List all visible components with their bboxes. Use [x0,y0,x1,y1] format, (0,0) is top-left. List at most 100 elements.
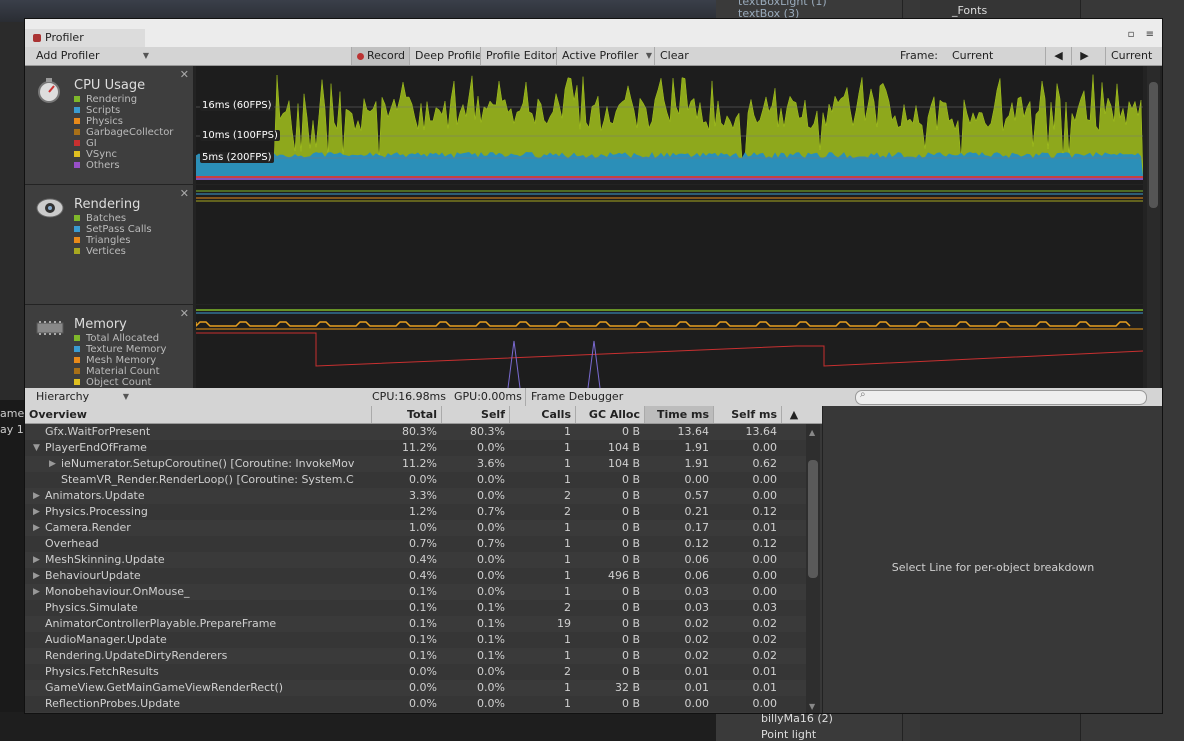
table-scrollbar[interactable]: ▲ ▼ [806,424,820,713]
legend-swatch [74,368,80,374]
table-row[interactable]: Overhead 0.7% 0.7% 1 0 B 0.12 0.12 [25,536,806,552]
column-total[interactable]: Total [371,406,441,423]
cpu-module-sidebar[interactable]: ✕ CPU Usage Rendering Scripts Physics Ga… [25,66,194,184]
hierarchy-toolbar: Hierarchy ▼ CPU:16.98ms GPU:0.00ms Frame … [25,388,1162,407]
table-row[interactable]: Physics.Simulate 0.1% 0.1% 2 0 B 0.03 0.03 [25,600,806,616]
prev-frame-button[interactable]: ◀ [1045,47,1071,65]
scroll-up-icon[interactable]: ▲ [809,428,815,437]
window-menu-icon[interactable]: ▫ ≡ [1128,29,1158,40]
table-row[interactable]: ▶ BehaviourUpdate 0.4% 0.0% 1 496 B 0.06 0.00 [25,568,806,584]
expand-right-icon[interactable]: ▶ [49,456,56,472]
legend-item[interactable]: GI [74,138,173,149]
row-name: Rendering.UpdateDirtyRenderers [45,649,228,662]
search-input[interactable]: ⌕ [855,389,1147,405]
table-row[interactable]: ▶ Monobehaviour.OnMouse_ 0.1% 0.0% 1 0 B 0.03 0… [25,584,806,600]
expand-right-icon[interactable]: ▶ [33,504,40,520]
legend-item[interactable]: VSync [74,149,173,160]
column-self[interactable]: Self [441,406,509,423]
table-row[interactable]: Gfx.WaitForPresent 80.3% 80.3% 1 0 B 13.64 13.… [25,424,806,440]
legend-swatch [74,335,80,341]
close-icon[interactable]: ✕ [180,187,189,200]
column-time-ms[interactable]: Time ms [644,406,713,423]
row-selfms: 0.00 [752,585,778,598]
memory-module-sidebar[interactable]: ✕ Memory Total Allocated Texture Memory … [25,305,194,388]
legend-item[interactable]: Triangles [74,235,152,246]
table-row[interactable]: Physics.FetchResults 0.0% 0.0% 2 0 B 0.01 0.01 [25,664,806,680]
legend-item[interactable]: Vertices [74,246,152,257]
table-row[interactable]: ▼ PlayerEndOfFrame 11.2% 0.0% 1 104 B 1.91 0.00 [25,440,806,456]
expand-right-icon[interactable]: ▶ [33,552,40,568]
table-row[interactable]: ▶ Animators.Update 3.3% 0.0% 2 0 B 0.57 0.00 [25,488,806,504]
table-row[interactable]: ▶ MeshSkinning.Update 0.4% 0.0% 1 0 B 0.06 0.00 [25,552,806,568]
expand-right-icon[interactable]: ▶ [33,568,40,584]
profiler-tab-icon [33,34,41,42]
legend-item[interactable]: Texture Memory [74,344,166,355]
legend-item[interactable]: Total Allocated [74,333,166,344]
charts-scrollbar-thumb[interactable] [1149,82,1158,208]
legend-item[interactable]: Rendering [74,94,173,105]
table-row[interactable]: SteamVR_Render.RenderLoop() [Coroutine: … [25,472,806,488]
legend-item[interactable]: SetPass Calls [74,224,152,235]
expand-right-icon[interactable]: ▶ [33,488,40,504]
legend-item[interactable]: Others [74,160,173,171]
row-time: 1.91 [684,457,710,470]
frame-debugger-button[interactable]: Frame Debugger [525,388,628,406]
table-row[interactable]: ▶ Camera.Render 1.0% 0.0% 1 0 B 0.17 0.01 [25,520,806,536]
expand-right-icon[interactable]: ▶ [33,520,40,536]
row-total: 1.2% [409,505,437,518]
profile-editor-button[interactable]: Profile Editor [480,47,561,65]
rendering-module-sidebar[interactable]: ✕ Rendering Batches SetPass Calls Triang… [25,185,194,304]
legend-item[interactable]: Physics [74,116,173,127]
memory-graph[interactable] [195,305,1144,389]
sort-ascending-icon[interactable]: ▲ [781,406,806,423]
memory-chip-icon [36,321,64,335]
current-frame-button[interactable]: Current [1105,47,1157,65]
row-calls: 2 [564,489,571,502]
table-scrollbar-thumb[interactable] [808,460,818,578]
bg-project-folder[interactable]: _Fonts [952,4,987,17]
next-frame-button[interactable]: ▶ [1071,47,1097,65]
expand-down-icon[interactable]: ▼ [33,440,40,456]
table-row[interactable]: GameView.GetMainGameViewRenderRect() 0.0%… [25,680,806,696]
table-row[interactable]: AudioManager.Update 0.1% 0.1% 1 0 B 0.02 0.02 [25,632,806,648]
add-profiler-dropdown[interactable]: Add Profiler ▼ [31,47,151,65]
scroll-down-icon[interactable]: ▼ [809,702,815,711]
table-row[interactable]: AnimatorControllerPlayable.PrepareFrame 0… [25,616,806,632]
row-name: BehaviourUpdate [45,569,141,582]
row-total: 0.1% [409,601,437,614]
record-button[interactable]: Record [351,47,411,65]
legend-item[interactable]: GarbageCollector [74,127,173,138]
legend-item[interactable]: Object Count [74,377,166,388]
chevron-down-icon: ▼ [645,51,652,60]
profiler-tab[interactable]: Profiler [25,29,145,47]
legend-item[interactable]: Batches [74,213,152,224]
row-total: 0.4% [409,569,437,582]
close-icon[interactable]: ✕ [180,68,189,81]
expand-right-icon[interactable]: ▶ [33,584,40,600]
cpu-legend: Rendering Scripts Physics GarbageCollect… [74,94,173,171]
active-profiler-dropdown[interactable]: Active Profiler ▼ [556,47,654,65]
bg-left-label: ay 1 [0,423,24,436]
charts-scrollbar[interactable] [1147,66,1160,388]
object-count-line [196,332,1144,367]
bg-hierarchy-item[interactable]: Point light [761,728,816,741]
column-self-ms[interactable]: Self ms [713,406,781,423]
clear-button[interactable]: Clear [654,47,694,65]
deep-profile-button[interactable]: Deep Profile [409,47,487,65]
legend-item[interactable]: Material Count [74,366,166,377]
legend-item[interactable]: Mesh Memory [74,355,166,366]
rendering-graph[interactable] [196,185,1143,304]
table-row[interactable]: ▶ ieNumerator.SetupCoroutine() [Coroutine… [25,456,806,472]
cpu-usage-graph[interactable]: 16ms (60FPS) 10ms (100FPS) 5ms (200FPS) [195,66,1144,184]
column-calls[interactable]: Calls [509,406,575,423]
table-row[interactable]: ▶ Physics.Processing 1.2% 0.7% 2 0 B 0.21 0.12 [25,504,806,520]
view-mode-dropdown[interactable]: Hierarchy ▼ [31,388,131,406]
table-row[interactable]: Rendering.UpdateDirtyRenderers 0.1% 0.1% 1 0… [25,648,806,664]
close-icon[interactable]: ✕ [180,307,189,320]
table-row[interactable]: ReflectionProbes.Update 0.0% 0.0% 1 0 B 0.00 0… [25,696,806,712]
cpu-time-label: CPU:16.98ms [372,390,447,403]
column-gc-alloc[interactable]: GC Alloc [575,406,644,423]
row-selfms: 0.02 [752,633,778,646]
column-overview[interactable]: Overview [25,406,371,423]
legend-item[interactable]: Scripts [74,105,173,116]
